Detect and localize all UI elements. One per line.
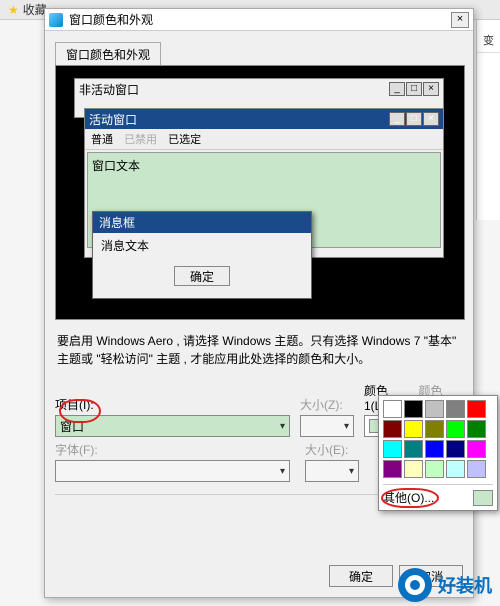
color-swatch[interactable] [425, 460, 444, 478]
color-swatch[interactable] [467, 460, 486, 478]
color-swatch[interactable] [446, 440, 465, 458]
color-swatch[interactable] [383, 400, 402, 418]
message-box: 消息框 消息文本 确定 [92, 211, 312, 299]
tab-appearance[interactable]: 窗口颜色和外观 [55, 42, 161, 66]
color-swatch[interactable] [446, 400, 465, 418]
color-palette: 其他(O)... [378, 395, 498, 511]
msgbox-text: 消息文本 [93, 233, 311, 258]
color-swatch[interactable] [425, 400, 444, 418]
color-swatch[interactable] [467, 420, 486, 438]
titlebar: 窗口颜色和外观 × [45, 9, 473, 31]
color-swatch[interactable] [467, 400, 486, 418]
color-swatch[interactable] [425, 420, 444, 438]
menu-bar: 普通 已禁用 已选定 [85, 129, 443, 150]
font-select: ▾ [55, 460, 290, 482]
close-button[interactable]: × [451, 12, 469, 28]
color-swatch[interactable] [404, 460, 423, 478]
chevron-down-icon: ▾ [344, 421, 349, 432]
maximize-icon: □ [406, 112, 422, 126]
active-title: 活动窗口 [89, 111, 137, 128]
fontsize-select: ▾ [305, 460, 359, 482]
watermark: 好装机 [398, 568, 492, 602]
star-icon: ★ [8, 3, 19, 17]
watermark-text: 好装机 [438, 572, 492, 598]
current-color-swatch [473, 490, 493, 506]
close-icon: × [423, 82, 439, 96]
color-swatch[interactable] [425, 440, 444, 458]
fontsize-label: 大小(E): [305, 441, 359, 458]
size-label: 大小(Z): [300, 396, 354, 413]
ok-button[interactable]: 确定 [329, 565, 393, 587]
menu-disabled: 已禁用 [124, 134, 157, 146]
menu-selected: 已选定 [168, 134, 201, 146]
item-select[interactable]: 窗口 ▾ [55, 415, 290, 437]
msgbox-ok-button: 确定 [174, 266, 230, 286]
item-value: 窗口 [60, 418, 84, 435]
maximize-icon: □ [406, 82, 422, 96]
color-swatch[interactable] [446, 420, 465, 438]
description-text: 要启用 Windows Aero , 请选择 Windows 主题。只有选择 W… [57, 332, 461, 368]
size-select: ▾ [300, 415, 354, 437]
color-swatch[interactable] [383, 460, 402, 478]
font-label: 字体(F): [55, 441, 295, 458]
color-swatch[interactable] [404, 420, 423, 438]
color-swatch[interactable] [383, 440, 402, 458]
side-item[interactable]: 变 [477, 28, 500, 53]
chevron-down-icon: ▾ [280, 466, 285, 477]
close-icon: × [423, 112, 439, 126]
eye-icon [398, 568, 432, 602]
color-swatch[interactable] [404, 400, 423, 418]
other-color-row[interactable]: 其他(O)... [383, 484, 493, 506]
minimize-icon: _ [389, 112, 405, 126]
msgbox-title: 消息框 [93, 212, 311, 233]
color-swatch[interactable] [467, 440, 486, 458]
window-text: 窗口文本 [92, 159, 140, 173]
app-icon [49, 13, 63, 27]
chevron-down-icon: ▾ [349, 466, 354, 477]
color-swatch[interactable] [383, 420, 402, 438]
menu-normal: 普通 [91, 134, 113, 146]
minimize-icon: _ [389, 82, 405, 96]
color-swatch[interactable] [446, 460, 465, 478]
chevron-down-icon: ▾ [280, 421, 285, 432]
item-label: 项目(I): [55, 396, 290, 413]
inactive-title: 非活动窗口 [79, 81, 139, 98]
side-panel: 变 [476, 20, 500, 220]
other-color-label: 其他(O)... [383, 489, 434, 506]
color-swatch[interactable] [404, 440, 423, 458]
dialog-title: 窗口颜色和外观 [69, 11, 451, 28]
preview-area: 非活动窗口 _ □ × 活动窗口 _ □ × [55, 65, 465, 320]
